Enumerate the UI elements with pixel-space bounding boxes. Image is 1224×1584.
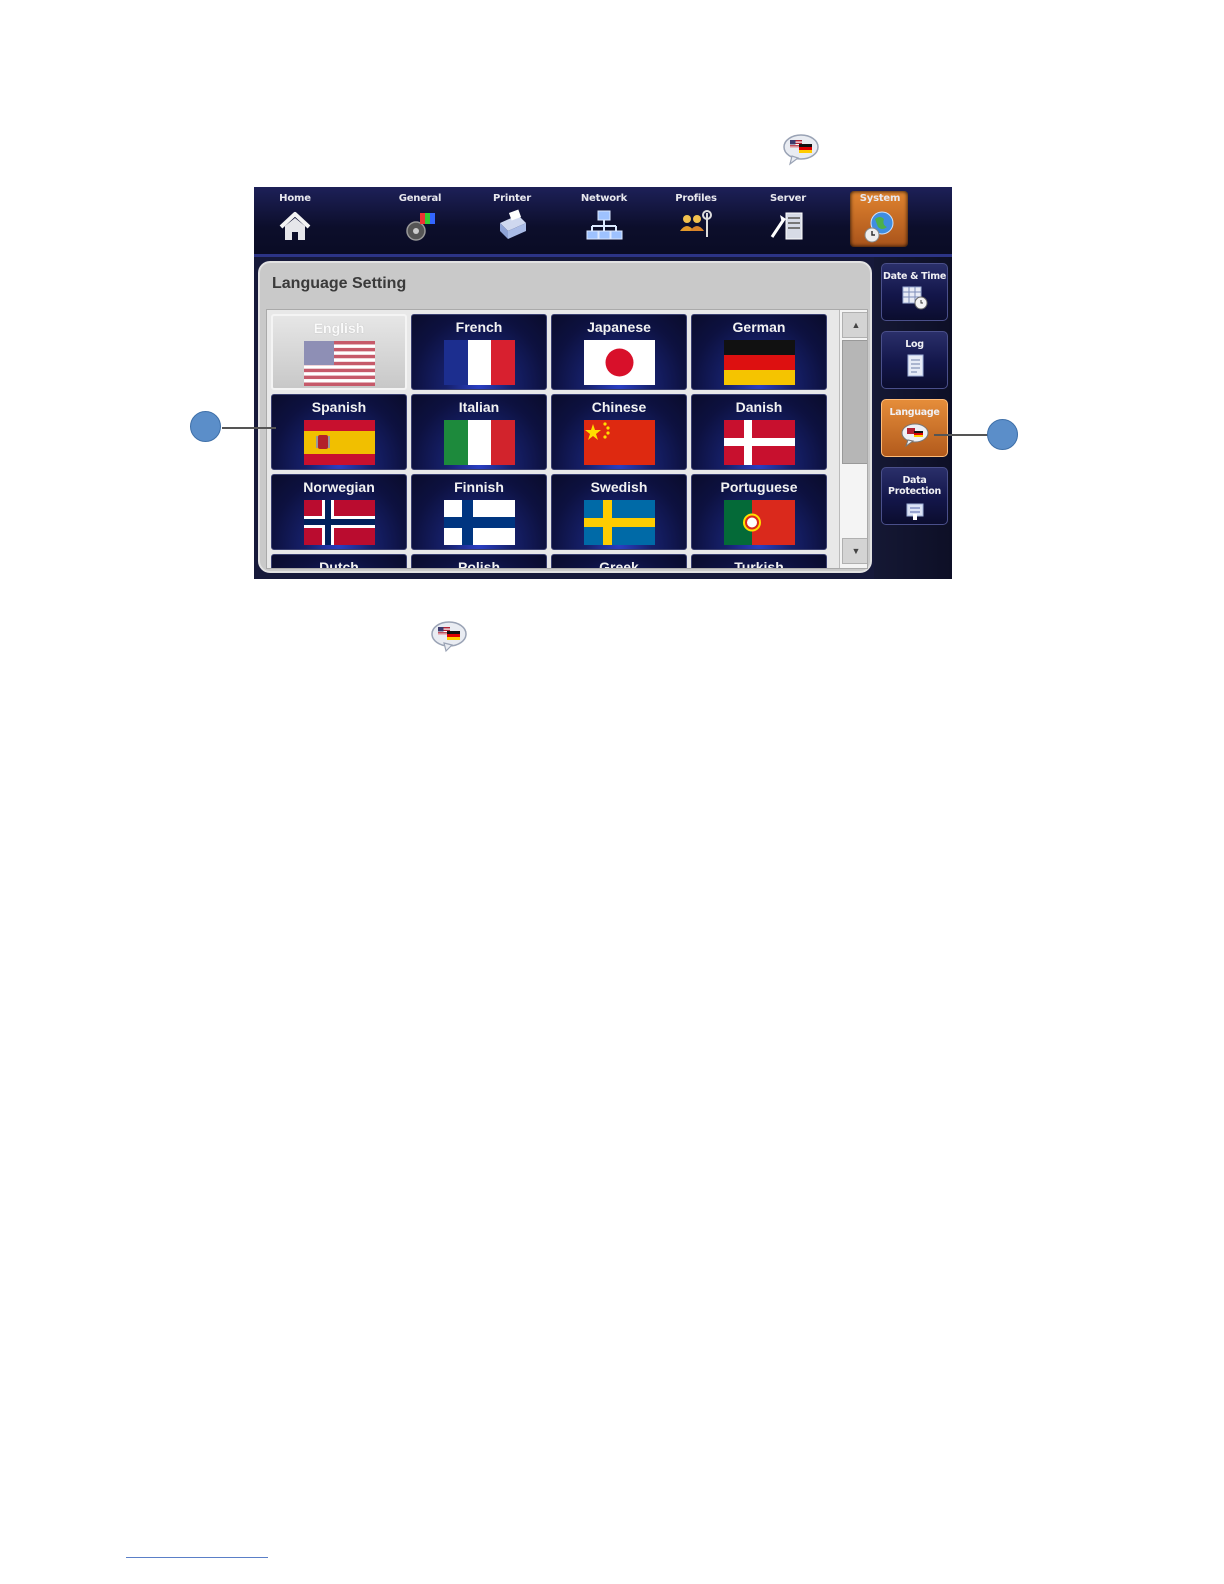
- nav-server[interactable]: Server: [753, 187, 823, 253]
- side-label: Language: [889, 407, 940, 418]
- side-label: Date & Time: [883, 271, 946, 282]
- language-label: Norwegian: [303, 479, 375, 495]
- nav-home[interactable]: Home: [260, 187, 330, 253]
- language-label: Turkish: [734, 559, 784, 569]
- finland-flag-icon: [443, 500, 515, 545]
- data-protection-icon: [906, 503, 923, 520]
- norway-flag-icon: [303, 500, 375, 545]
- language-label: Italian: [458, 399, 500, 415]
- language-button-english[interactable]: English: [271, 314, 407, 390]
- portugal-flag-icon: [723, 500, 795, 545]
- vertical-scrollbar[interactable]: ▲ ▼: [839, 310, 867, 568]
- language-button-french[interactable]: French: [411, 314, 547, 390]
- language-button-finnish[interactable]: Finnish: [411, 474, 547, 550]
- germany-flag-icon: [723, 340, 795, 385]
- language-label: Polish: [457, 559, 500, 569]
- language-button-norwegian[interactable]: Norwegian: [271, 474, 407, 550]
- nav-profiles[interactable]: Profiles: [661, 187, 731, 253]
- home-icon: [279, 212, 311, 240]
- language-label: Finnish: [454, 479, 504, 495]
- language-button-spanish[interactable]: Spanish: [271, 394, 407, 470]
- nav-printer[interactable]: Printer: [477, 187, 547, 253]
- callout-marker-left: [190, 411, 221, 442]
- language-label: Portuguese: [720, 479, 798, 495]
- language-label: English: [313, 320, 365, 336]
- language-label: Danish: [735, 399, 783, 415]
- calendar-clock-icon: [902, 286, 927, 310]
- language-grid: English French Japanese German Spanish I…: [266, 309, 868, 569]
- italy-flag-icon: [443, 420, 515, 465]
- language-setting-panel: Language Setting English French Japanese: [258, 261, 872, 573]
- language-label: German: [732, 319, 786, 335]
- denmark-flag-icon: [723, 420, 795, 465]
- language-label: Spanish: [311, 399, 367, 415]
- printer-icon: [500, 209, 526, 239]
- language-button-polish[interactable]: Polish: [411, 554, 547, 569]
- language-button-turkish[interactable]: Turkish: [691, 554, 827, 569]
- language-bubble-icon: [431, 621, 467, 653]
- system-icon: [864, 211, 894, 243]
- language-button-german[interactable]: German: [691, 314, 827, 390]
- us-flag-icon: [303, 341, 375, 386]
- side-language-button[interactable]: Language: [881, 399, 948, 457]
- scroll-thumb[interactable]: [842, 340, 867, 464]
- nav-label: General: [398, 193, 442, 204]
- language-button-japanese[interactable]: Japanese: [551, 314, 687, 390]
- sweden-flag-icon: [583, 500, 655, 545]
- nav-label: Home: [279, 193, 311, 204]
- side-label: Data Protection: [888, 475, 941, 497]
- server-icon: [770, 212, 803, 240]
- side-date-time-button[interactable]: Date & Time: [881, 263, 948, 321]
- nav-network[interactable]: Network: [569, 187, 639, 253]
- scroll-down-button[interactable]: ▼: [842, 538, 867, 564]
- nav-system[interactable]: System: [845, 187, 915, 253]
- language-button-italian[interactable]: Italian: [411, 394, 547, 470]
- log-document-icon: [907, 354, 923, 377]
- language-label: Dutch: [319, 559, 359, 569]
- device-screen: Home General Printer Network Profiles Se…: [254, 187, 952, 579]
- nav-label: Profiles: [675, 193, 717, 204]
- language-button-danish[interactable]: Danish: [691, 394, 827, 470]
- language-button-chinese[interactable]: Chinese: [551, 394, 687, 470]
- system-side-menu: Date & Time Log Language Data Protection: [874, 257, 952, 579]
- scroll-up-button[interactable]: ▲: [842, 312, 867, 338]
- nav-label: Network: [580, 193, 628, 204]
- france-flag-icon: [443, 340, 515, 385]
- callout-marker-right: [987, 419, 1018, 450]
- language-button-greek[interactable]: Greek: [551, 554, 687, 569]
- nav-label: Printer: [493, 193, 531, 204]
- top-navigation: Home General Printer Network Profiles Se…: [254, 187, 952, 257]
- language-button-dutch[interactable]: Dutch: [271, 554, 407, 569]
- nav-label: System: [859, 193, 901, 204]
- nav-label: Server: [770, 193, 806, 204]
- japan-flag-icon: [583, 340, 655, 385]
- language-button-portuguese[interactable]: Portuguese: [691, 474, 827, 550]
- panel-title: Language Setting: [272, 275, 407, 292]
- language-label: Swedish: [590, 479, 648, 495]
- china-flag-icon: [583, 420, 655, 465]
- language-label: French: [455, 319, 503, 335]
- side-label: Log: [905, 339, 924, 350]
- spain-flag-icon: [303, 420, 375, 465]
- profiles-icon: [680, 210, 712, 237]
- network-icon: [586, 210, 623, 240]
- side-log-button[interactable]: Log: [881, 331, 948, 389]
- footnote-separator: [126, 1557, 268, 1558]
- callout-line-right: [934, 434, 990, 436]
- language-button-swedish[interactable]: Swedish: [551, 474, 687, 550]
- language-bubble-icon: [783, 134, 819, 166]
- language-label: Greek: [599, 559, 639, 569]
- language-label: Japanese: [587, 319, 651, 335]
- callout-line-left: [222, 427, 276, 429]
- general-icon: [406, 213, 435, 241]
- side-data-protection-button[interactable]: Data Protection: [881, 467, 948, 525]
- language-bubble-icon: [901, 423, 928, 447]
- language-label: Chinese: [591, 399, 647, 415]
- nav-general[interactable]: General: [385, 187, 455, 253]
